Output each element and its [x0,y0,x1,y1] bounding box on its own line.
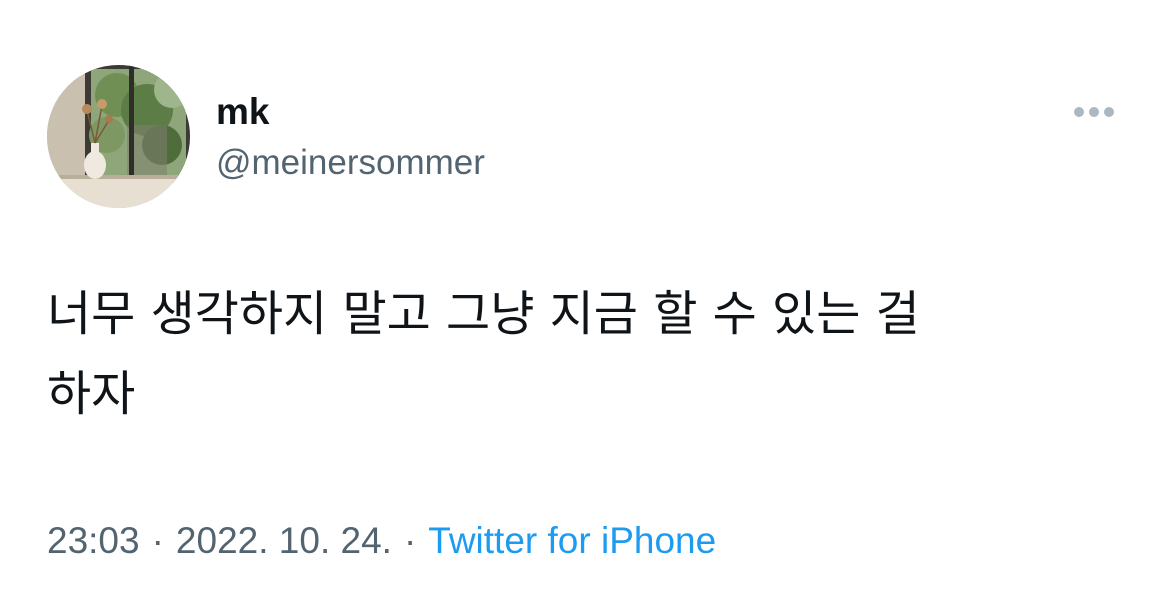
tweet-text-line-1: 너무 생각하지 말고 그냥 지금 할 수 있는 걸 [47,286,920,342]
tweet-source-link[interactable]: Twitter for iPhone [428,520,716,561]
user-handle[interactable]: @meinersommer [216,142,485,184]
meta-separator: · [151,520,164,561]
tweet-text: 너무 생각하지 말고 그냥 지금 할 수 있는 걸 하자 [47,274,1127,434]
more-horizontal-icon[interactable] [1072,104,1116,120]
avatar[interactable] [47,65,190,208]
tweet-card: mk @meinersommer 너무 생각하지 말고 그냥 지금 할 수 있는… [0,0,1169,598]
tweet-text-line-2: 하자 [47,366,136,422]
display-name[interactable]: mk [216,90,269,134]
tweet-time[interactable]: 23:03 [47,520,140,561]
avatar-photo [47,65,190,208]
meta-separator: · [403,520,417,561]
tweet-meta: 23:03 · 2022. 10. 24. · Twitter for iPhone [47,519,716,563]
tweet-date[interactable]: 2022. 10. 24. [176,520,392,561]
